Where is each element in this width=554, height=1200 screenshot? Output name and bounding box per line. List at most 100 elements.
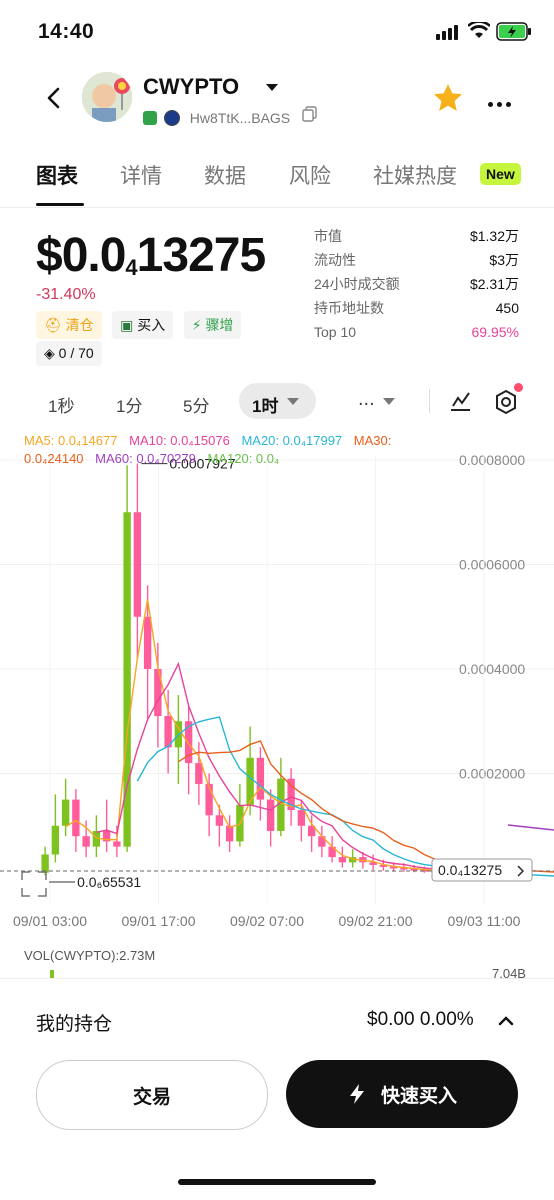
settings-icon[interactable] (493, 389, 519, 415)
token-avatar (82, 72, 132, 122)
wallet-icon: ▣ (120, 317, 134, 333)
pump-badge-icon (143, 111, 157, 126)
ma20-label: MA20: 0.0₄17997 (241, 433, 343, 448)
price: $0.0413275 (36, 229, 266, 282)
chevron-down-icon[interactable] (383, 398, 395, 405)
candle (133, 512, 142, 617)
divider (0, 207, 554, 208)
price-change: -31.40% (36, 286, 96, 303)
signal-icon (436, 25, 458, 40)
x-tick-label: 09/02 07:00 (230, 913, 304, 929)
volume-label: VOL(CWYPTO):2.73M (24, 948, 156, 963)
chevron-down-icon[interactable] (287, 398, 299, 405)
back-icon[interactable] (40, 84, 68, 112)
stats-panel: 市值 $1.32万 流动性 $3万 24小时成交额 $2.31万 持币地址数 450 T… (314, 224, 519, 344)
stat-row: 24小时成交额 $2.31万 (314, 276, 519, 292)
home-indicator (178, 1179, 376, 1185)
ma10-label: MA10: 0.0₄15076 (129, 433, 230, 448)
candle (113, 841, 121, 847)
tab-active-indicator (36, 203, 84, 206)
candle (256, 757, 265, 800)
x-tick-label: 09/01 03:00 (13, 913, 87, 929)
interval-1m[interactable]: 1分 (116, 392, 142, 417)
stat-row: 持币地址数 450 (314, 300, 519, 316)
tab-details[interactable]: 详情 (120, 160, 162, 190)
tag-clear: ⛑ 清仓 (36, 311, 102, 339)
quick-buy-button[interactable]: 快速买入 (286, 1060, 518, 1128)
status-time: 14:40 (38, 20, 95, 43)
ma5-line (65, 599, 445, 872)
bolt-icon: ⚡ (191, 317, 202, 333)
tab-data[interactable]: 数据 (204, 160, 246, 190)
trade-button[interactable]: 交易 (36, 1060, 268, 1130)
battery-icon (496, 22, 531, 41)
hat-icon: ⛑ (44, 317, 62, 333)
tag-surge: ⚡ 骤增 (183, 311, 242, 339)
star-icon[interactable] (432, 82, 464, 114)
divider (0, 978, 554, 979)
notification-dot (514, 383, 523, 392)
more-icon[interactable] (488, 94, 515, 112)
candle (61, 799, 70, 826)
position-label: 我的持仓 (36, 1014, 113, 1035)
interval-5m[interactable]: 5分 (183, 392, 209, 417)
chain-badge-icon (163, 110, 180, 127)
volume-bar (50, 970, 54, 978)
indicator-icon[interactable] (449, 389, 473, 413)
price-chart[interactable]: 0.0008000 0.0006000 0.0004000 0.0002000 09/0… (0, 428, 554, 938)
x-tick-label: 09/01 17:00 (122, 913, 196, 929)
candle (297, 810, 306, 826)
token-name[interactable]: CWYPTO (143, 74, 239, 100)
new-badge: New (480, 163, 521, 185)
bolt-icon (349, 1084, 364, 1104)
chevron-down-icon[interactable] (266, 84, 278, 91)
stat-row: 市值 $1.32万 (314, 228, 519, 244)
wifi-icon (468, 22, 490, 38)
tag-row: ⛑ 清仓 ▣ 买入 ⚡ 骤增 (36, 311, 247, 339)
holders-chip[interactable]: ◈ 0 / 70 (36, 341, 102, 366)
current-price-label: 0.0₄13275 (438, 862, 502, 878)
y-tick-label: 0.0004000 (459, 661, 525, 677)
candle (82, 836, 90, 847)
position-value: $0.00 0.00% (367, 1009, 474, 1030)
interval-1h[interactable]: 1时 (252, 392, 278, 417)
token-address-row: Hw8TtK...BAGS (143, 106, 318, 127)
chevron-up-icon[interactable] (497, 1012, 515, 1030)
ma5-label: MA5: 0.0₄14677 (24, 433, 118, 448)
target-icon: ◈ (44, 345, 55, 361)
candle (72, 799, 80, 837)
ma60-line (507, 824, 554, 831)
y-tick-label: 0.0002000 (459, 766, 525, 782)
divider (429, 389, 430, 413)
candle (266, 799, 275, 831)
candle (51, 825, 60, 855)
status-bar: 14:40 (0, 0, 554, 64)
tab-social-heat[interactable]: 社媒热度 (373, 160, 457, 190)
candle (143, 616, 152, 669)
ma30-value: 0.0₄24140 (24, 451, 84, 466)
stat-row: 流动性 $3万 (314, 252, 519, 268)
interval-1s[interactable]: 1秒 (48, 392, 74, 417)
quick-buy-label: 快速买入 (380, 1085, 457, 1107)
y-tick-label: 0.0006000 (459, 557, 525, 573)
x-tick-label: 09/02 21:00 (339, 913, 413, 929)
ma60-label: MA60: 0.0₄70279 (95, 451, 196, 466)
candle (41, 854, 49, 873)
fullscreen-icon (21, 871, 47, 897)
copy-icon[interactable] (302, 106, 318, 122)
tag-buy: ▣ 买入 (112, 311, 174, 339)
ma30-label: MA30: (353, 433, 392, 448)
ma120-label: MA120: 0.0₄ (207, 451, 280, 466)
interval-more[interactable]: ... (358, 388, 375, 411)
low-price-label: 0.0₆65531 (77, 874, 141, 890)
ma-legend: MA5: 0.0₄14677 MA10: 0.0₄15076 MA20: 0.0… (24, 432, 464, 468)
candle (318, 836, 326, 847)
tab-risk[interactable]: 风险 (289, 160, 331, 190)
stat-row: Top 10 69.95% (314, 324, 519, 340)
token-address: Hw8TtK...BAGS (189, 110, 291, 127)
x-tick-label: 09/03 11:00 (448, 913, 521, 929)
candle (338, 857, 347, 863)
y-tick-label: 0.0008000 (459, 452, 525, 468)
tab-chart[interactable]: 图表 (36, 160, 78, 190)
candle (215, 815, 224, 826)
